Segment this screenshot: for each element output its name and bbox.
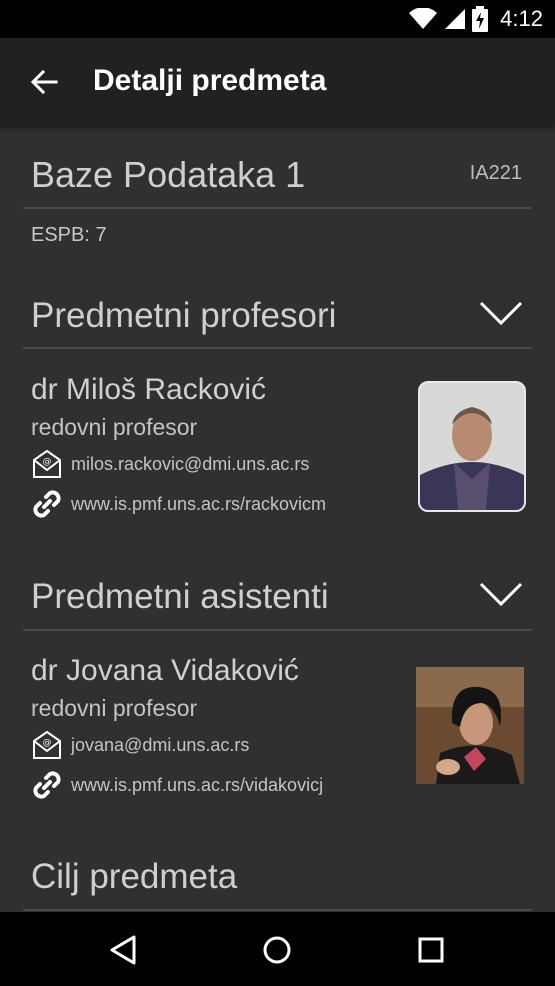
professor-website-row[interactable]: www.is.pmf.uns.ac.rs/rackovicm [31,488,326,520]
nav-back-icon[interactable] [106,932,142,968]
assistant-role: redovni profesor [31,695,198,721]
system-navigation-bar [0,912,555,986]
professor-website[interactable]: www.is.pmf.uns.ac.rs/rackovicm [71,494,326,515]
course-details-content[interactable]: Baze Podataka 1 IA221 ESPB: 7 Predmetni … [0,126,555,912]
status-time: 4:12 [500,6,543,31]
page-title: Detalji predmeta [93,64,327,97]
divider [23,347,532,349]
divider [23,909,532,911]
divider [23,207,532,209]
signal-icon [445,9,466,29]
battery-charging-icon [472,6,489,32]
goal-section-title: Cilj predmeta [31,857,238,896]
chevron-down-icon[interactable] [479,582,523,608]
back-button[interactable] [28,66,60,98]
svg-text:@: @ [43,457,52,467]
course-title: Baze Podataka 1 [31,154,306,195]
professors-section-title: Predmetni profesori [31,296,337,335]
assistant-email[interactable]: jovana@dmi.uns.ac.rs [71,735,249,756]
nav-home-icon[interactable] [259,932,295,968]
wifi-icon [409,8,438,29]
link-icon [33,490,61,518]
professor-email[interactable]: milos.rackovic@dmi.uns.ac.rs [71,454,309,475]
arrow-back-icon [30,69,58,95]
email-icon: @ [33,730,61,759]
assistant-website[interactable]: www.is.pmf.uns.ac.rs/vidakovicj [71,775,323,796]
professor-photo [418,381,526,512]
chevron-down-icon[interactable] [479,301,523,327]
professor-name: dr Miloš Racković [31,373,267,406]
assistant-email-row[interactable]: @ jovana@dmi.uns.ac.rs [31,729,249,761]
nav-recents-icon[interactable] [413,932,449,968]
professor-role: redovni profesor [31,414,198,440]
assistants-section-title: Predmetni asistenti [31,577,329,616]
course-code: IA221 [469,162,522,184]
course-espb: ESPB: 7 [31,224,107,246]
status-icons: 4:12 [408,6,543,32]
professor-email-row[interactable]: @ milos.rackovic@dmi.uns.ac.rs [31,448,309,480]
divider [23,629,532,631]
assistant-name: dr Jovana Vidaković [31,654,299,687]
email-icon: @ [33,449,61,478]
status-bar: 4:12 [0,0,555,38]
assistant-website-row[interactable]: www.is.pmf.uns.ac.rs/vidakovicj [31,769,323,801]
assistant-photo [416,667,524,784]
link-icon [33,771,61,799]
app-toolbar: Detalji predmeta [0,38,555,126]
svg-text:@: @ [43,738,52,748]
